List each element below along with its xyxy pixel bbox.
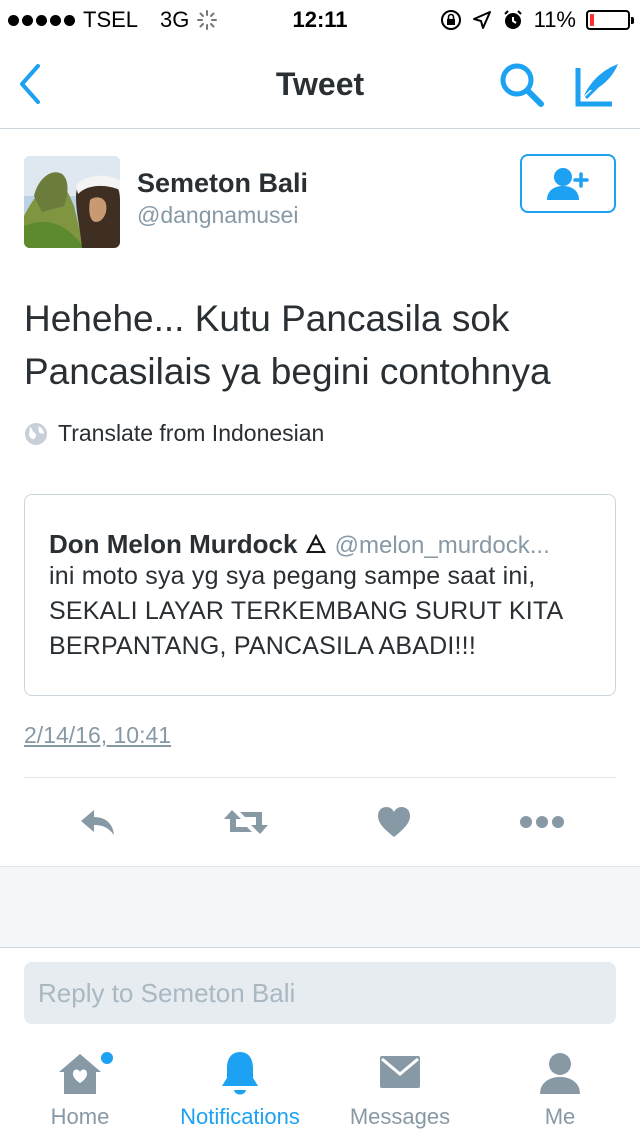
tweet-text: Hehehe... Kutu Pancasila sok Pancasilais… (24, 298, 551, 392)
reply-icon (81, 810, 114, 835)
tab-notifications-label: Notifications (180, 1104, 300, 1129)
battery-percent: 11% (533, 7, 576, 32)
person-icon (480, 1050, 640, 1098)
quoted-author-handle: @melon_murdock... (334, 532, 550, 559)
reply-list-area (0, 866, 640, 948)
search-button[interactable] (498, 62, 546, 108)
add-user-icon (547, 167, 589, 200)
tab-bar: Home Notifications Messages Me (0, 1040, 640, 1136)
compose-icon (575, 64, 618, 107)
quoted-tweet-text: ini moto sya yg sya pegang sampe saat in… (49, 562, 562, 660)
bell-icon (160, 1050, 320, 1098)
quoted-author-name: Don Melon Murdock (49, 529, 298, 559)
location-icon (472, 11, 491, 29)
globe-icon (25, 422, 47, 445)
compose-button[interactable] (572, 60, 622, 108)
tweet-timestamp[interactable]: 2/14/16, 10:41 (24, 722, 171, 749)
status-bar: TSEL 3G 12:11 11% (0, 0, 640, 40)
tweet-actions (0, 796, 640, 850)
notification-dot (101, 1052, 113, 1064)
reply-button[interactable] (68, 796, 128, 848)
more-button[interactable] (512, 796, 572, 848)
tab-home[interactable]: Home (0, 1040, 160, 1136)
home-icon (0, 1050, 160, 1098)
navigation-bar: Tweet (0, 40, 640, 129)
tab-notifications[interactable]: Notifications (160, 1040, 320, 1136)
quoted-name-symbol: 🜁 (304, 529, 328, 559)
battery-icon (586, 10, 634, 30)
author-name[interactable]: Semeton Bali (137, 168, 308, 199)
like-icon (378, 807, 410, 837)
translate-label: Translate from Indonesian (58, 420, 325, 446)
alarm-icon (503, 10, 522, 29)
author-avatar[interactable] (24, 156, 120, 248)
retweet-button[interactable] (216, 796, 276, 848)
tab-home-label: Home (50, 1104, 110, 1129)
like-button[interactable] (364, 796, 424, 848)
author-handle[interactable]: @dangnamusei (137, 202, 298, 229)
more-icon (520, 816, 564, 828)
reply-input[interactable] (24, 962, 616, 1024)
translate-link[interactable]: Translate from Indonesian (24, 420, 324, 447)
rotation-lock-icon (440, 10, 461, 30)
reply-box[interactable] (24, 962, 616, 1024)
divider (24, 777, 616, 778)
tab-me[interactable]: Me (480, 1040, 640, 1136)
tab-messages[interactable]: Messages (320, 1040, 480, 1136)
tab-messages-label: Messages (349, 1104, 451, 1129)
search-icon (500, 63, 544, 107)
tab-me-label: Me (544, 1104, 576, 1129)
status-right: 11% (440, 7, 634, 33)
quoted-tweet[interactable]: Don Melon Murdock 🜁 @melon_murdock... in… (24, 494, 616, 696)
envelope-icon (320, 1050, 480, 1098)
follow-button[interactable] (520, 154, 616, 213)
battery-fill (590, 14, 594, 26)
retweet-icon (224, 810, 268, 834)
